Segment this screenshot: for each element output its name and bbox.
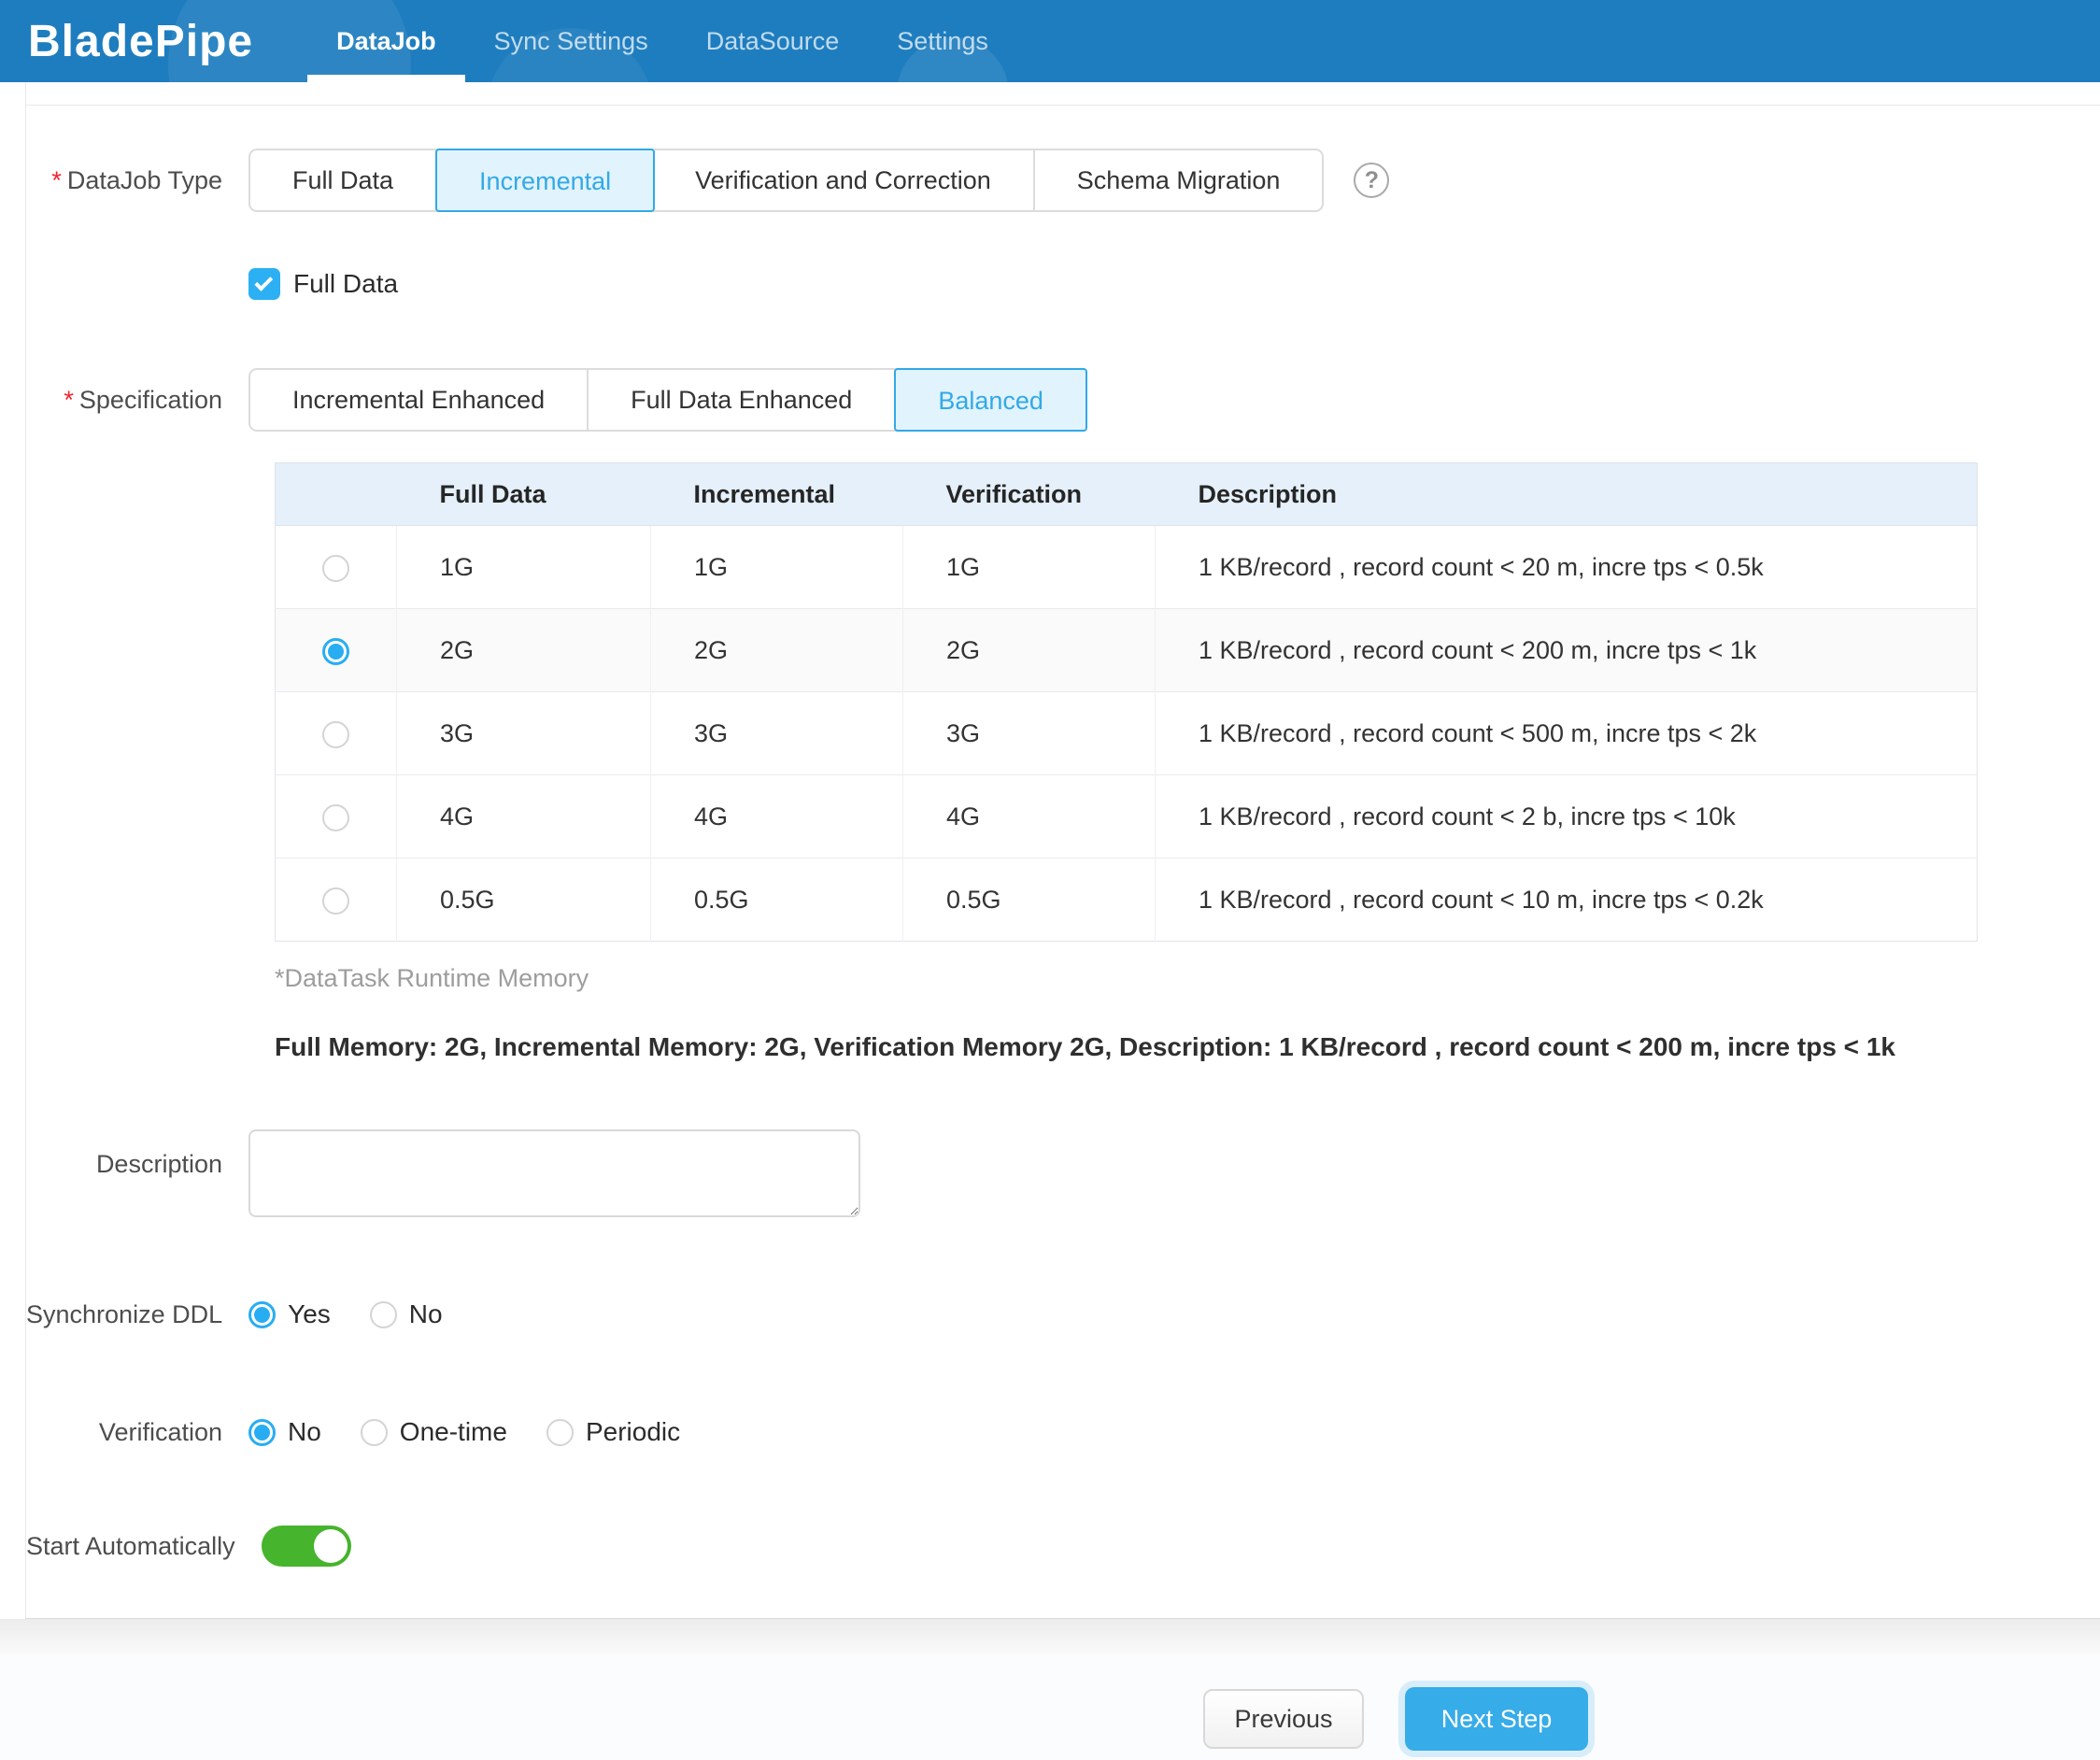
specification-label: *Specification (26, 386, 248, 415)
specification-button-group: Incremental Enhanced Full Data Enhanced … (248, 368, 1087, 432)
top-navbar: BladePipe DataJob Sync Settings DataSour… (0, 0, 2100, 82)
synchronize-ddl-row: Synchronize DDL Yes No (26, 1299, 2100, 1329)
verification-radio-no-label[interactable]: No (288, 1417, 321, 1447)
cell-description: 1 KB/record , record count < 2 b, incre … (1156, 775, 1978, 859)
full-data-checkbox-row: Full Data (26, 268, 2100, 300)
datajob-type-option-verification-correction[interactable]: Verification and Correction (653, 150, 1035, 210)
verification-radio-one-time[interactable] (361, 1419, 388, 1446)
cell-description: 1 KB/record , record count < 200 m, incr… (1156, 609, 1978, 692)
cell-incremental: 0.5G (651, 859, 903, 942)
col-header-description: Description (1156, 463, 1978, 526)
description-label: Description (26, 1129, 248, 1179)
row-radio-3g[interactable] (322, 721, 349, 748)
spec-option-incremental-enhanced[interactable]: Incremental Enhanced (250, 370, 589, 430)
nav-tab-settings[interactable]: Settings (868, 0, 1017, 82)
toggle-knob (314, 1529, 348, 1563)
datajob-type-option-full-data[interactable]: Full Data (250, 150, 437, 210)
required-asterisk: * (51, 166, 62, 194)
table-row-selected: 2G 2G 2G 1 KB/record , record count < 20… (276, 609, 1978, 692)
cell-verification: 1G (903, 526, 1156, 609)
ddl-radio-yes[interactable] (248, 1301, 276, 1328)
row-radio-2g[interactable] (322, 638, 349, 665)
spec-option-balanced[interactable]: Balanced (894, 368, 1087, 432)
ddl-radio-no[interactable] (370, 1301, 397, 1328)
ddl-radio-yes-label[interactable]: Yes (288, 1299, 331, 1329)
cell-full-data: 4G (397, 775, 651, 859)
full-data-checkbox-label[interactable]: Full Data (293, 269, 398, 299)
cell-full-data: 0.5G (397, 859, 651, 942)
cell-description: 1 KB/record , record count < 500 m, incr… (1156, 692, 1978, 775)
table-row: 1G 1G 1G 1 KB/record , record count < 20… (276, 526, 1978, 609)
table-row: 3G 3G 3G 1 KB/record , record count < 50… (276, 692, 1978, 775)
cell-full-data: 3G (397, 692, 651, 775)
verification-radio-periodic[interactable] (546, 1419, 574, 1446)
datajob-type-button-group: Full Data Incremental Verification and C… (248, 149, 1324, 212)
table-row: 0.5G 0.5G 0.5G 1 KB/record , record coun… (276, 859, 1978, 942)
footer: Previous Next Step (0, 1619, 2100, 1760)
required-asterisk: * (64, 386, 74, 414)
start-automatically-row: Start Automatically (26, 1526, 2100, 1567)
datajob-type-option-incremental[interactable]: Incremental (435, 149, 655, 212)
cell-verification: 2G (903, 609, 1156, 692)
panel-bottom-border (25, 1618, 2100, 1619)
cell-incremental: 4G (651, 775, 903, 859)
cell-description: 1 KB/record , record count < 10 m, incre… (1156, 859, 1978, 942)
footer-actions: Previous Next Step (0, 1654, 2100, 1751)
brand-logo: BladePipe (28, 16, 253, 67)
help-icon[interactable]: ? (1354, 163, 1389, 198)
checkmark-icon (254, 273, 273, 291)
col-header-verification: Verification (903, 463, 1156, 526)
table-header-row: Full Data Incremental Verification Descr… (276, 463, 1978, 526)
nav-tabs: DataJob Sync Settings DataSource Setting… (307, 0, 1017, 82)
spec-option-full-data-enhanced[interactable]: Full Data Enhanced (589, 370, 896, 430)
verification-radio-one-time-label[interactable]: One-time (400, 1417, 507, 1447)
cell-full-data: 1G (397, 526, 651, 609)
specification-table: Full Data Incremental Verification Descr… (275, 462, 1978, 942)
row-radio-4g[interactable] (322, 804, 349, 831)
verification-label: Verification (26, 1418, 248, 1447)
start-automatically-toggle[interactable] (262, 1526, 351, 1567)
datatask-runtime-memory-note: *DataTask Runtime Memory (275, 964, 2100, 993)
cell-full-data: 2G (397, 609, 651, 692)
cell-description: 1 KB/record , record count < 20 m, incre… (1156, 526, 1978, 609)
verification-radio-periodic-label[interactable]: Periodic (586, 1417, 680, 1447)
description-textarea[interactable] (248, 1129, 860, 1217)
cell-incremental: 3G (651, 692, 903, 775)
datajob-type-option-schema-migration[interactable]: Schema Migration (1035, 150, 1323, 210)
col-header-full-data: Full Data (397, 463, 651, 526)
nav-tab-sync-settings[interactable]: Sync Settings (465, 0, 677, 82)
cell-incremental: 2G (651, 609, 903, 692)
next-step-button[interactable]: Next Step (1405, 1687, 1588, 1751)
verification-radio-no[interactable] (248, 1419, 276, 1446)
previous-button[interactable]: Previous (1203, 1689, 1364, 1749)
nav-tab-datajob[interactable]: DataJob (307, 0, 465, 82)
cell-verification: 3G (903, 692, 1156, 775)
row-radio-05g[interactable] (322, 887, 349, 915)
datajob-type-label: *DataJob Type (26, 166, 248, 195)
col-header-incremental: Incremental (651, 463, 903, 526)
cell-incremental: 1G (651, 526, 903, 609)
row-radio-1g[interactable] (322, 555, 349, 582)
ddl-radio-no-label[interactable]: No (409, 1299, 443, 1329)
datajob-type-row: *DataJob Type Full Data Incremental Veri… (26, 149, 2100, 212)
table-row: 4G 4G 4G 1 KB/record , record count < 2 … (276, 775, 1978, 859)
specification-row: *Specification Incremental Enhanced Full… (26, 368, 2100, 432)
datajob-form-panel: *DataJob Type Full Data Incremental Veri… (0, 82, 2100, 1619)
nav-tab-datasource[interactable]: DataSource (677, 0, 869, 82)
verification-row: Verification No One-time Periodic (26, 1417, 2100, 1447)
selection-summary: Full Memory: 2G, Incremental Memory: 2G,… (275, 1032, 2100, 1062)
synchronize-ddl-label: Synchronize DDL (26, 1300, 248, 1329)
radio-column-header (276, 463, 397, 526)
description-row: Description (26, 1129, 2100, 1217)
start-automatically-label: Start Automatically (26, 1532, 262, 1561)
cell-verification: 0.5G (903, 859, 1156, 942)
footer-gradient (0, 1619, 2100, 1654)
full-data-checkbox[interactable] (248, 268, 280, 300)
cell-verification: 4G (903, 775, 1156, 859)
